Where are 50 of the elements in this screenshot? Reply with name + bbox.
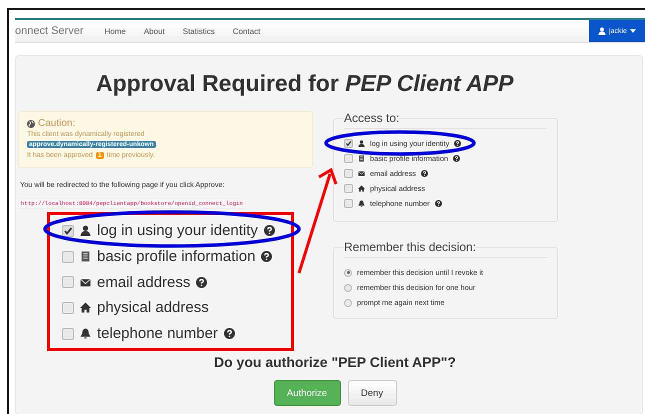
document-icon: [80, 251, 91, 262]
checkbox[interactable]: [62, 328, 74, 340]
caret-icon: [630, 29, 636, 33]
radio-button[interactable]: [344, 298, 352, 306]
scope-label: telephone number: [97, 325, 218, 342]
checkbox[interactable]: [62, 250, 74, 263]
scope-label: log in using your identity: [97, 222, 258, 240]
user-icon: [598, 27, 606, 35]
help-icon[interactable]: [264, 225, 275, 236]
panel-title: Remember this decision:: [344, 240, 476, 254]
checkbox[interactable]: [62, 302, 74, 314]
help-icon[interactable]: [261, 251, 272, 262]
help-icon[interactable]: [224, 328, 235, 340]
checkbox[interactable]: [344, 199, 353, 208]
radio-button[interactable]: [344, 284, 352, 292]
document-icon: [358, 155, 365, 162]
scope-label: physical address: [97, 299, 209, 316]
checkbox[interactable]: [344, 169, 353, 178]
help-icon[interactable]: [196, 276, 208, 288]
house-icon: [358, 185, 365, 192]
help-icon[interactable]: [453, 155, 460, 162]
help-icon[interactable]: [454, 140, 462, 147]
page-title: Approval Required for PEP Client APP: [96, 70, 514, 97]
checkbox[interactable]: [62, 224, 74, 237]
nav-link[interactable]: Statistics: [182, 26, 215, 36]
nav-link[interactable]: Contact: [232, 26, 260, 36]
bell-icon: [80, 328, 91, 340]
brand-name[interactable]: onnect Server: [15, 25, 84, 37]
panel-title: Access to:: [344, 111, 400, 125]
checkbox[interactable]: [344, 154, 353, 163]
scope-label: basic profile information: [97, 248, 256, 266]
house-icon: [80, 302, 91, 314]
help-icon[interactable]: [434, 200, 442, 207]
envelope-icon: [358, 170, 365, 177]
nav-link[interactable]: Home: [104, 26, 126, 36]
radio-button[interactable]: [344, 268, 352, 276]
nav-link[interactable]: About: [144, 26, 165, 36]
bell-icon: [358, 200, 365, 207]
deny-button[interactable]: Deny: [348, 380, 396, 406]
caution-heading: Caution:: [38, 118, 76, 129]
checkbox[interactable]: [344, 184, 353, 193]
globe-icon: [27, 120, 35, 128]
user-icon: [358, 140, 365, 147]
help-icon[interactable]: [421, 170, 428, 177]
checkbox[interactable]: [62, 276, 74, 288]
question-text: Do you authorize "PEP Client APP"?: [213, 354, 457, 370]
envelope-icon: [80, 276, 91, 288]
user-icon: [80, 225, 91, 236]
scope-label: email address: [97, 274, 190, 291]
checkbox[interactable]: [344, 139, 353, 148]
